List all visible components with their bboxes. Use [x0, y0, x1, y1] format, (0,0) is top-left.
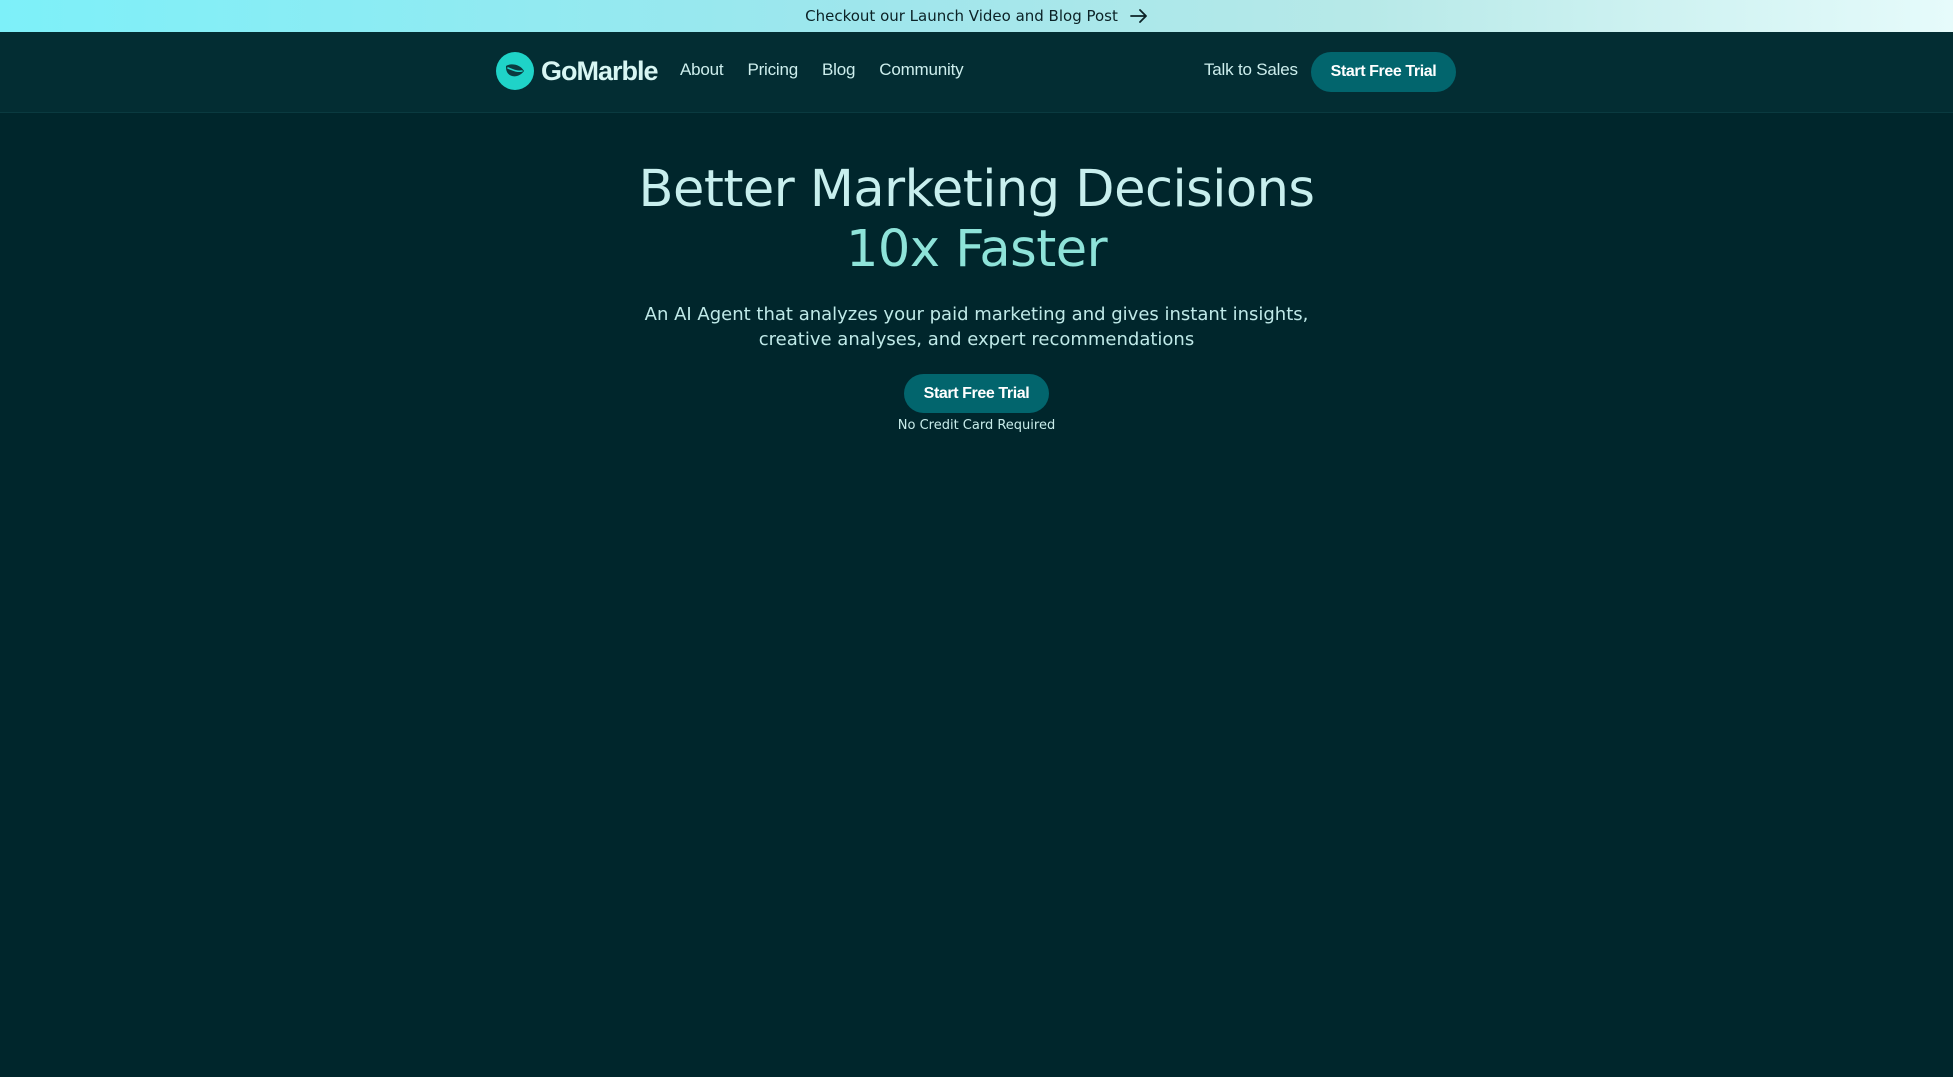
announcement-text[interactable]: Checkout our Launch Video and Blog Post [805, 7, 1118, 25]
nav-link-community[interactable]: Community [879, 60, 963, 80]
arrow-right-icon [1129, 9, 1148, 23]
leaf-icon [496, 52, 534, 90]
hero-title-accent: 10x Faster [845, 220, 1108, 279]
brand-logo[interactable]: GoMarble [496, 52, 659, 90]
no-credit-card-note: No Credit Card Required [897, 418, 1056, 433]
hero-subtitle-line1: An AI Agent that analyzes your paid mark… [644, 304, 1309, 325]
announcement-bar[interactable]: Checkout our Launch Video and Blog Post [0, 0, 1953, 32]
hero-subtitle: An AI Agent that analyzes your paid mark… [0, 302, 1953, 352]
hero-subtitle-line2: creative analyses, and expert recommenda… [758, 329, 1195, 350]
nav-link-pricing[interactable]: Pricing [747, 60, 798, 80]
start-free-trial-button[interactable]: Start Free Trial [1311, 52, 1456, 92]
hero-title: Better Marketing Decisions 10x Faster [0, 160, 1953, 280]
brand-name: GoMarble [541, 55, 659, 86]
talk-to-sales-link[interactable]: Talk to Sales [1204, 60, 1298, 80]
navbar: GoMarble About Pricing Blog Community Ta… [0, 32, 1953, 113]
nav-links: About Pricing Blog Community [680, 60, 964, 80]
nav-link-about[interactable]: About [680, 60, 724, 80]
hero-title-line1: Better Marketing Decisions [638, 160, 1316, 219]
hero-start-free-trial-button[interactable]: Start Free Trial [904, 374, 1049, 413]
nav-link-blog[interactable]: Blog [822, 60, 855, 80]
